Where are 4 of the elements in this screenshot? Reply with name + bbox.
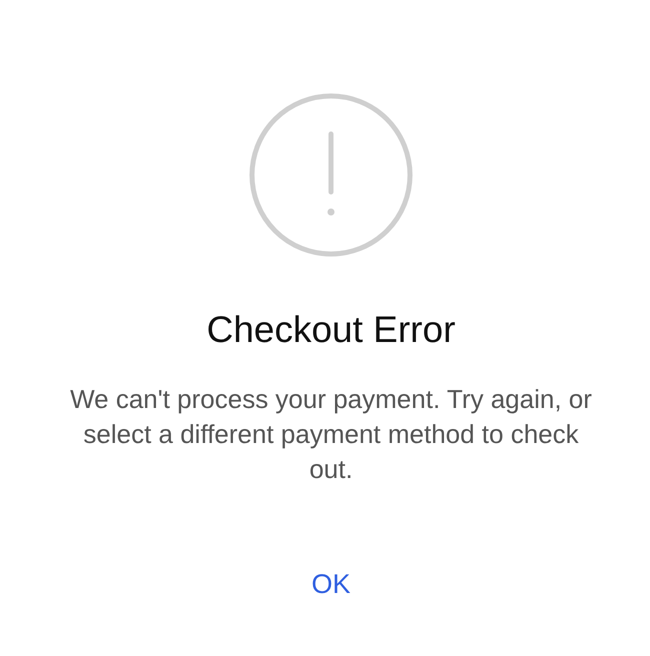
warning-icon bbox=[248, 92, 414, 258]
alert-message: We can't process your payment. Try again, or select a different payment method to check out. bbox=[69, 383, 593, 486]
ok-button[interactable]: OK bbox=[301, 565, 360, 604]
alert-title: Checkout Error bbox=[206, 308, 456, 352]
